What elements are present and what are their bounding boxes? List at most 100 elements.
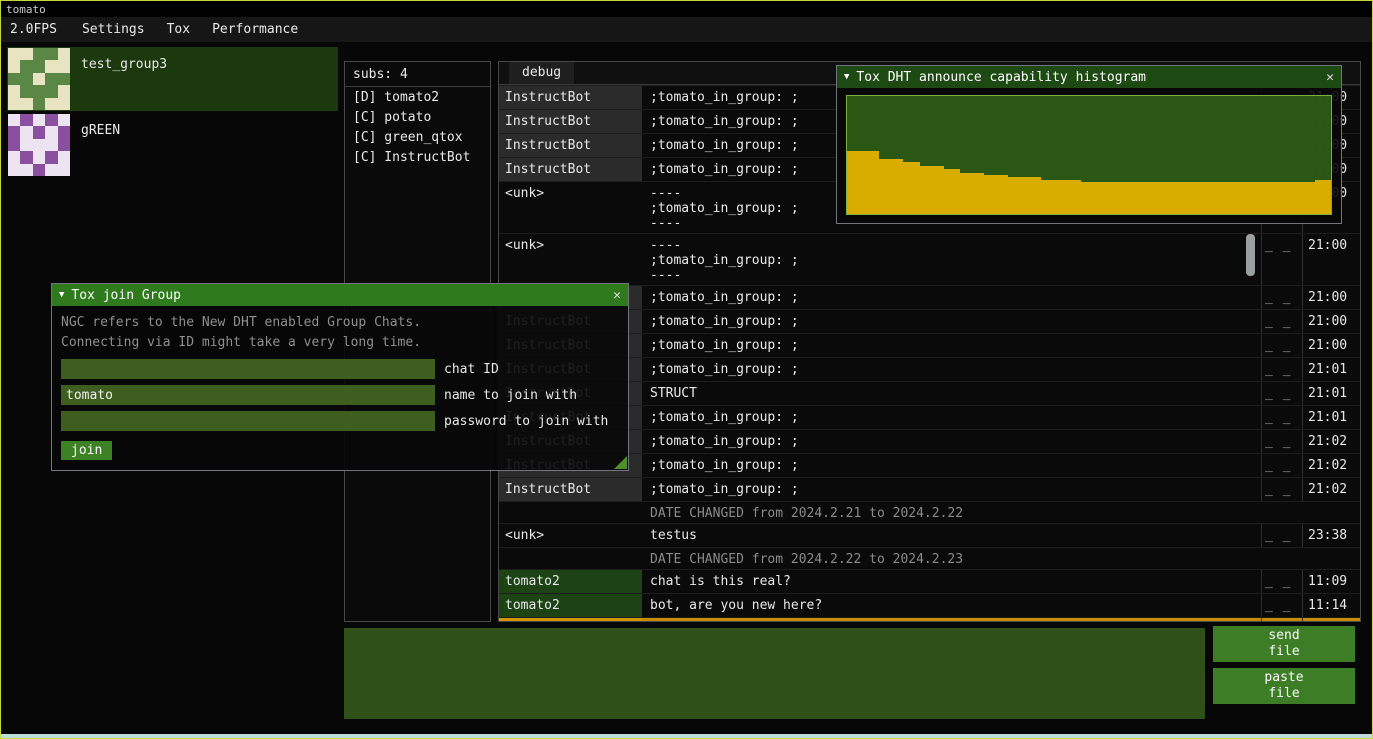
histogram-bar	[895, 159, 903, 214]
message-text: STRUCT	[642, 382, 1261, 405]
message-text: ;tomato_in_group: ;	[642, 406, 1261, 429]
tab-debug[interactable]: debug	[509, 62, 574, 84]
message-flags: _ _	[1261, 406, 1302, 429]
histogram-bar	[847, 151, 855, 214]
message-text: ;tomato_in_group: ;	[642, 478, 1261, 501]
message-flags: _ _	[1261, 478, 1302, 501]
menu-performance[interactable]: Performance	[201, 22, 309, 37]
subs-count: subs: 4	[345, 62, 490, 87]
message-time: 21:01	[1302, 406, 1360, 429]
histogram-bar	[920, 166, 928, 214]
histogram-bar	[903, 162, 911, 214]
message-row[interactable]: InstructBotNo, I've been in this group f…	[499, 617, 1360, 621]
send-file-button[interactable]: send file	[1213, 626, 1355, 662]
message-flags: _ _	[1261, 524, 1302, 547]
histogram-bar	[1121, 182, 1129, 214]
message-time: 11:09	[1302, 570, 1360, 593]
message-time: 21:01	[1302, 358, 1360, 381]
sender-name: <unk>	[499, 182, 642, 233]
sender-name: tomato2	[499, 570, 642, 593]
close-icon[interactable]: ✕	[613, 288, 621, 303]
histogram-bar	[1113, 182, 1121, 214]
join-button[interactable]: join	[61, 441, 112, 460]
member-item[interactable]: [C] InstructBot	[345, 147, 490, 167]
histogram-bar	[1202, 182, 1210, 214]
close-icon[interactable]: ✕	[1326, 70, 1334, 85]
message-row[interactable]: <unk>---- ;tomato_in_group: ; ----_ _21:…	[499, 233, 1360, 285]
message-flags: _ _	[1261, 286, 1302, 309]
histogram-bar	[1307, 182, 1315, 214]
join-info-line-1: NGC refers to the New DHT enabled Group …	[61, 313, 619, 333]
paste-file-button[interactable]: paste file	[1213, 668, 1355, 704]
sender-name: <unk>	[499, 524, 642, 547]
histogram-bar	[879, 159, 887, 214]
message-time: 11:14	[1302, 594, 1360, 617]
message-row[interactable]: InstructBot;tomato_in_group: ;_ _21:02	[499, 477, 1360, 501]
histogram-bar	[1129, 182, 1137, 214]
histogram-bar	[1153, 182, 1161, 214]
message-flags: d	[1261, 618, 1302, 621]
histogram-bar	[1250, 182, 1258, 214]
histogram-bar	[1178, 182, 1186, 214]
member-item[interactable]: [C] green_qtox	[345, 127, 490, 147]
histogram-bar	[992, 175, 1000, 214]
message-time: 21:00	[1302, 234, 1360, 285]
join-password-input[interactable]	[61, 411, 435, 431]
histogram-bar	[1290, 182, 1298, 214]
histogram-bar	[1016, 177, 1024, 214]
histogram-bar	[863, 151, 871, 214]
histogram-bar	[1315, 180, 1323, 214]
histogram-bar	[1008, 177, 1016, 214]
window-titlebar[interactable]: tomato	[1, 1, 1372, 17]
group-avatar	[8, 114, 70, 176]
window-bottom-edge	[1, 734, 1372, 738]
message-input[interactable]	[344, 628, 1205, 719]
dht-histogram-plot	[846, 95, 1332, 215]
menu-settings[interactable]: Settings	[71, 22, 156, 37]
histogram-titlebar[interactable]: ▼ Tox DHT announce capability histogram …	[837, 66, 1341, 88]
histogram-bar	[1161, 182, 1169, 214]
sidebar-item-test-group3[interactable]: test_group3	[7, 47, 338, 111]
message-flags: _ _	[1261, 570, 1302, 593]
join-group-titlebar[interactable]: ▼ Tox join Group ✕	[52, 284, 628, 306]
chat-id-input[interactable]	[61, 359, 435, 379]
menu-bar: 2.0FPS Settings Tox Performance	[1, 17, 1372, 42]
histogram-bar	[1234, 182, 1242, 214]
message-text: ;tomato_in_group: ;	[642, 286, 1261, 309]
histogram-bar	[1258, 182, 1266, 214]
message-row[interactable]: <unk>testus_ _23:38	[499, 523, 1360, 547]
histogram-bar	[1282, 182, 1290, 214]
member-item[interactable]: [C] potato	[345, 107, 490, 127]
resize-grip[interactable]	[614, 456, 627, 469]
message-text: No, I've been in this group for quite so…	[642, 618, 1261, 621]
member-item[interactable]: [D] tomato2	[345, 87, 490, 107]
message-time: 21:02	[1302, 430, 1360, 453]
histogram-bar	[871, 151, 879, 214]
message-row[interactable]: tomato2chat is this real?_ _11:09	[499, 569, 1360, 593]
app-window: tomato 2.0FPS Settings Tox Performance t…	[0, 0, 1373, 739]
histogram-bar	[936, 166, 944, 214]
group-name: test_group3	[81, 57, 167, 111]
sender-name: InstructBot	[499, 134, 642, 157]
group-name: gREEN	[81, 123, 120, 177]
sidebar-item-green[interactable]: gREEN	[7, 113, 338, 177]
message-flags: _ _	[1261, 334, 1302, 357]
message-flags: _ _	[1261, 454, 1302, 477]
collapse-arrow-icon[interactable]: ▼	[844, 72, 849, 82]
message-time: 21:00	[1302, 286, 1360, 309]
collapse-arrow-icon[interactable]: ▼	[59, 290, 64, 300]
message-flags: _ _	[1261, 594, 1302, 617]
histogram-bar	[855, 151, 863, 214]
message-row[interactable]: tomato2bot, are you new here?_ _11:14	[499, 593, 1360, 617]
histogram-bar	[1073, 180, 1081, 214]
sender-name: InstructBot	[499, 158, 642, 181]
message-time: 21:00	[1302, 334, 1360, 357]
join-name-input[interactable]	[61, 385, 435, 405]
chat-scrollbar[interactable]	[1246, 234, 1255, 276]
histogram-bar	[1274, 182, 1282, 214]
histogram-bar	[976, 173, 984, 214]
menu-tox[interactable]: Tox	[156, 22, 201, 37]
histogram-bar	[1145, 182, 1153, 214]
histogram-bar	[1137, 182, 1145, 214]
histogram-bar	[968, 173, 976, 214]
